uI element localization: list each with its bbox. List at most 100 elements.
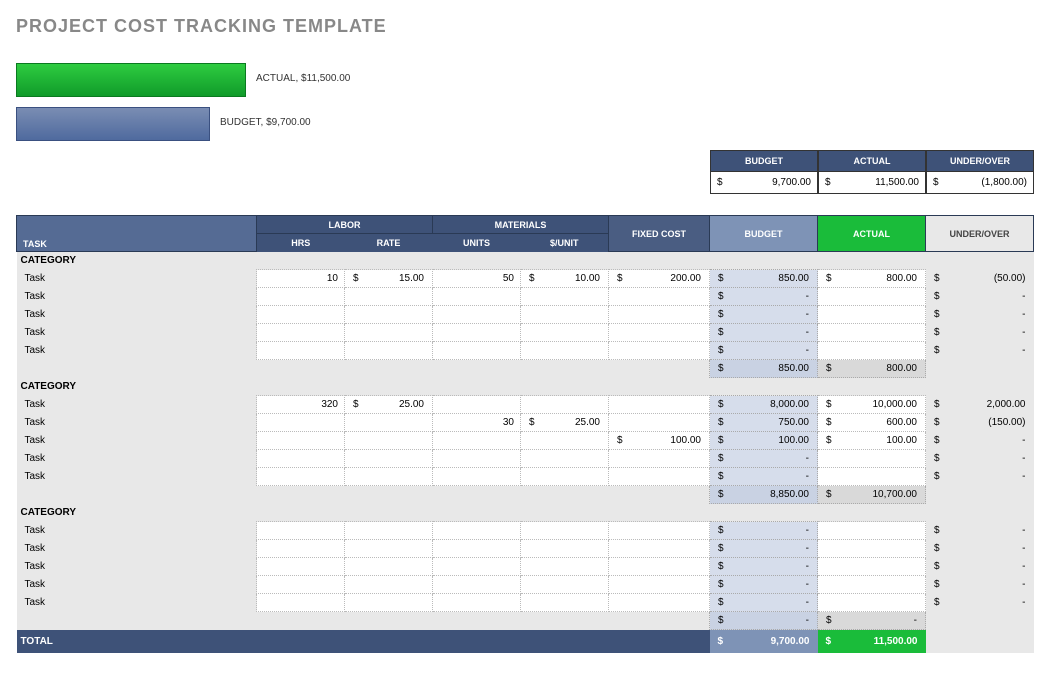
units-cell[interactable]: [433, 324, 521, 342]
units-cell[interactable]: [433, 522, 521, 540]
hrs-cell[interactable]: [257, 306, 345, 324]
fixed-cell[interactable]: [609, 396, 710, 414]
hrs-cell[interactable]: [257, 522, 345, 540]
rate-cell[interactable]: [345, 450, 433, 468]
hrs-cell[interactable]: [257, 576, 345, 594]
per-unit-cell[interactable]: [521, 432, 609, 450]
hrs-cell[interactable]: [257, 468, 345, 486]
per-unit-cell[interactable]: [521, 576, 609, 594]
fixed-cell[interactable]: $200.00: [609, 270, 710, 288]
task-name[interactable]: Task: [17, 324, 257, 342]
task-name[interactable]: Task: [17, 432, 257, 450]
rate-cell[interactable]: $15.00: [345, 270, 433, 288]
rate-cell[interactable]: [345, 468, 433, 486]
task-name[interactable]: Task: [17, 396, 257, 414]
hrs-cell[interactable]: [257, 288, 345, 306]
rate-cell[interactable]: [345, 414, 433, 432]
per-unit-cell[interactable]: [521, 468, 609, 486]
rate-cell[interactable]: [345, 522, 433, 540]
per-unit-cell[interactable]: [521, 558, 609, 576]
task-name[interactable]: Task: [17, 288, 257, 306]
rate-cell[interactable]: [345, 540, 433, 558]
per-unit-cell[interactable]: $10.00: [521, 270, 609, 288]
hrs-cell[interactable]: [257, 432, 345, 450]
units-cell[interactable]: [433, 576, 521, 594]
actual-cell[interactable]: [818, 594, 926, 612]
rate-cell[interactable]: [345, 576, 433, 594]
actual-cell[interactable]: [818, 522, 926, 540]
units-cell[interactable]: [433, 288, 521, 306]
actual-cell[interactable]: [818, 576, 926, 594]
rate-cell[interactable]: [345, 324, 433, 342]
hrs-cell[interactable]: [257, 450, 345, 468]
fixed-cell[interactable]: [609, 306, 710, 324]
fixed-cell[interactable]: [609, 288, 710, 306]
task-name[interactable]: Task: [17, 450, 257, 468]
rate-cell[interactable]: [345, 342, 433, 360]
rate-cell[interactable]: [345, 594, 433, 612]
rate-cell[interactable]: [345, 306, 433, 324]
task-name[interactable]: Task: [17, 522, 257, 540]
actual-cell[interactable]: $100.00: [818, 432, 926, 450]
fixed-cell[interactable]: [609, 522, 710, 540]
fixed-cell[interactable]: $100.00: [609, 432, 710, 450]
units-cell[interactable]: [433, 468, 521, 486]
hrs-cell[interactable]: [257, 558, 345, 576]
per-unit-cell[interactable]: [521, 594, 609, 612]
per-unit-cell[interactable]: [521, 306, 609, 324]
actual-cell[interactable]: [818, 540, 926, 558]
per-unit-cell[interactable]: [521, 450, 609, 468]
fixed-cell[interactable]: [609, 414, 710, 432]
actual-cell[interactable]: [818, 306, 926, 324]
actual-cell[interactable]: [818, 342, 926, 360]
fixed-cell[interactable]: [609, 540, 710, 558]
per-unit-cell[interactable]: [521, 540, 609, 558]
hrs-cell[interactable]: 10: [257, 270, 345, 288]
fixed-cell[interactable]: [609, 468, 710, 486]
actual-cell[interactable]: [818, 288, 926, 306]
actual-cell[interactable]: $600.00: [818, 414, 926, 432]
units-cell[interactable]: [433, 450, 521, 468]
per-unit-cell[interactable]: [521, 522, 609, 540]
actual-cell[interactable]: [818, 324, 926, 342]
task-name[interactable]: Task: [17, 270, 257, 288]
fixed-cell[interactable]: [609, 324, 710, 342]
units-cell[interactable]: 30: [433, 414, 521, 432]
units-cell[interactable]: [433, 396, 521, 414]
per-unit-cell[interactable]: [521, 288, 609, 306]
task-name[interactable]: Task: [17, 558, 257, 576]
actual-cell[interactable]: [818, 558, 926, 576]
rate-cell[interactable]: [345, 288, 433, 306]
per-unit-cell[interactable]: [521, 342, 609, 360]
units-cell[interactable]: [433, 432, 521, 450]
task-name[interactable]: Task: [17, 342, 257, 360]
task-name[interactable]: Task: [17, 594, 257, 612]
task-name[interactable]: Task: [17, 306, 257, 324]
rate-cell[interactable]: [345, 558, 433, 576]
units-cell[interactable]: [433, 558, 521, 576]
hrs-cell[interactable]: [257, 414, 345, 432]
task-name[interactable]: Task: [17, 468, 257, 486]
per-unit-cell[interactable]: [521, 396, 609, 414]
per-unit-cell[interactable]: $25.00: [521, 414, 609, 432]
units-cell[interactable]: [433, 540, 521, 558]
per-unit-cell[interactable]: [521, 324, 609, 342]
actual-cell[interactable]: [818, 450, 926, 468]
task-name[interactable]: Task: [17, 540, 257, 558]
rate-cell[interactable]: $25.00: [345, 396, 433, 414]
rate-cell[interactable]: [345, 432, 433, 450]
actual-cell[interactable]: $10,000.00: [818, 396, 926, 414]
units-cell[interactable]: 50: [433, 270, 521, 288]
hrs-cell[interactable]: [257, 540, 345, 558]
fixed-cell[interactable]: [609, 558, 710, 576]
units-cell[interactable]: [433, 306, 521, 324]
task-name[interactable]: Task: [17, 576, 257, 594]
units-cell[interactable]: [433, 342, 521, 360]
hrs-cell[interactable]: 320: [257, 396, 345, 414]
fixed-cell[interactable]: [609, 450, 710, 468]
fixed-cell[interactable]: [609, 576, 710, 594]
task-name[interactable]: Task: [17, 414, 257, 432]
actual-cell[interactable]: $800.00: [818, 270, 926, 288]
hrs-cell[interactable]: [257, 594, 345, 612]
actual-cell[interactable]: [818, 468, 926, 486]
